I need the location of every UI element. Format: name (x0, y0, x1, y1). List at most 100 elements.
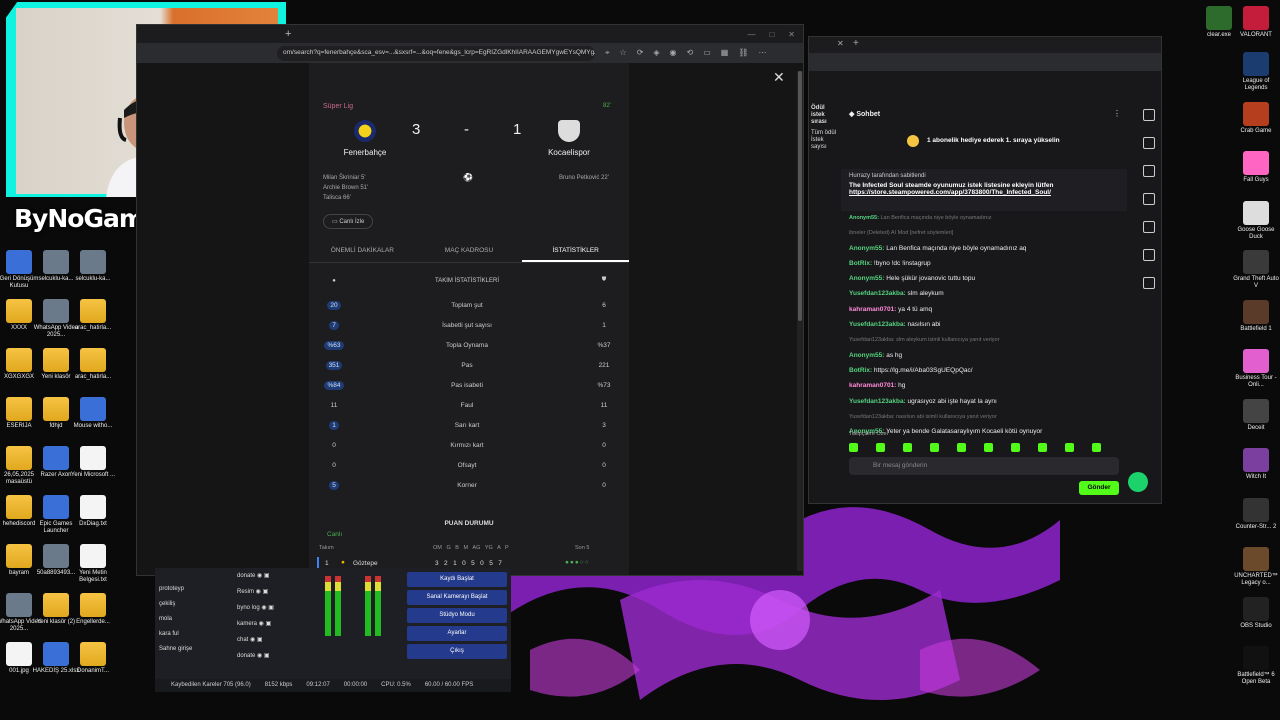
tab-key-moments[interactable]: ÖNEMLİ DAKİKALAR (309, 241, 416, 262)
desktop-icon[interactable]: Fall Guys (1231, 151, 1280, 184)
url-field[interactable]: om/search?q=fenerbahçe&sca_esv=...&sxsrf… (277, 45, 595, 61)
chat-input[interactable]: Bir mesaj gönderin (849, 457, 1119, 475)
emote-icon[interactable] (930, 443, 939, 452)
scrollbar[interactable] (797, 71, 803, 571)
eye-icon[interactable]: ◉ (254, 589, 261, 595)
chat-more-icon[interactable]: ⋮ (1113, 109, 1121, 118)
chat-username[interactable]: Yusefdan123akba: (849, 398, 906, 405)
chat-username[interactable]: BotRix: (849, 260, 872, 267)
info-icon[interactable] (1143, 109, 1155, 121)
lock-icon[interactable]: ▣ (255, 637, 263, 643)
history-icon[interactable]: ⟲ (687, 48, 694, 58)
close-icon[interactable]: ✕ (788, 30, 795, 39)
desktop-icon[interactable]: Grand Theft Auto V (1231, 250, 1280, 290)
emote-icon[interactable] (1092, 443, 1101, 452)
chat-bubble-icon[interactable] (1143, 221, 1155, 233)
emote-icon[interactable] (957, 443, 966, 452)
obs-button[interactable]: Stüdyo Modu (407, 608, 507, 623)
chat-username[interactable]: kahraman0701: (849, 382, 896, 389)
location-icon[interactable]: ⌖ (605, 48, 610, 58)
extension-icon[interactable]: ◈ (653, 48, 659, 58)
desktop-icon[interactable]: Witch It (1231, 448, 1280, 481)
pen-icon[interactable] (1143, 137, 1155, 149)
desktop-icon[interactable]: DxDiag.txt (68, 495, 118, 528)
home-team[interactable]: Fenerbahçe (325, 120, 405, 157)
desktop-icon[interactable]: VALORANT (1231, 6, 1280, 39)
chat-username[interactable]: Yusefdan123akba: (849, 321, 906, 328)
lock-icon[interactable]: ▣ (264, 621, 272, 627)
new-tab-button[interactable]: + (285, 28, 291, 40)
obs-scene-item[interactable]: mola (159, 612, 192, 627)
desktop-icon[interactable]: League of Legends (1231, 52, 1280, 92)
eye-icon[interactable]: ◉ (257, 621, 264, 627)
screen-icon[interactable] (1143, 165, 1155, 177)
chat-username[interactable]: Anonym55: (849, 275, 884, 282)
emote-icon[interactable] (849, 443, 858, 452)
desktop-icon[interactable]: arac_hatirla... (68, 299, 118, 332)
lock-icon[interactable]: ▣ (267, 605, 274, 611)
grid-icon[interactable]: ▦ (721, 48, 729, 58)
desktop-icon[interactable]: DonanimT... (68, 642, 118, 675)
chat-fab-icon[interactable] (1128, 472, 1148, 492)
desktop-icon[interactable]: selcuklu-ka... (68, 250, 118, 283)
obs-source-item[interactable]: kamera ◉ ▣ (237, 616, 274, 632)
tab-lineups[interactable]: MAÇ KADROSU (416, 241, 523, 262)
lock-icon[interactable]: ▣ (262, 653, 270, 659)
extension-icon[interactable]: ◉ (670, 48, 677, 58)
obs-button[interactable]: Ayarlar (407, 626, 507, 641)
obs-button[interactable]: Sanal Kamerayı Başlat (407, 590, 507, 605)
desktop-icon[interactable]: Crab Game (1231, 101, 1280, 135)
desktop-icon[interactable]: arac_hatirla... (68, 348, 118, 381)
desktop-icon[interactable]: Deceit (1231, 398, 1280, 432)
close-overlay-icon[interactable]: ✕ (773, 69, 785, 86)
star-icon[interactable]: ☆ (620, 48, 627, 58)
obs-button[interactable]: Çıkış (407, 644, 507, 659)
link-icon[interactable]: ⛓ (738, 48, 748, 58)
desktop-icon[interactable]: Counter-Str... 2 (1231, 497, 1280, 531)
lock-icon[interactable]: ▣ (262, 573, 270, 579)
desktop-icon[interactable]: Goose Goose Duck (1231, 200, 1280, 241)
maximize-icon[interactable]: □ (769, 30, 774, 39)
obs-source-item[interactable]: chat ◉ ▣ (237, 632, 274, 648)
obs-source-item[interactable]: byno log ◉ ▣ (237, 600, 274, 616)
screen-icon[interactable]: ▭ (703, 48, 711, 58)
refresh-icon[interactable]: ⟳ (637, 48, 644, 58)
desktop-icon[interactable]: Mouse witho... (68, 397, 118, 430)
watch-live-button[interactable]: ▭ Canlı İzle (323, 214, 374, 229)
desktop-icon[interactable]: Engellerde... (68, 593, 118, 626)
tab-stats[interactable]: İSTATİSTİKLER (522, 241, 630, 262)
emote-icon[interactable] (903, 443, 912, 452)
desktop-icon[interactable]: Yeni Metin Belgesi.txt (68, 544, 118, 584)
pinned-link[interactable]: https://store.steampowered.com/app/37838… (849, 189, 1051, 196)
obs-source-item[interactable]: donate ◉ ▣ (237, 648, 274, 664)
send-button[interactable]: Gönder (1079, 481, 1119, 495)
chat-username[interactable]: BotRix: (849, 367, 872, 374)
chat-username[interactable]: Anonym55: (849, 215, 879, 221)
emote-icon[interactable] (1038, 443, 1047, 452)
minimize-icon[interactable]: — (747, 30, 755, 39)
obs-button[interactable]: Kaydı Başlat (407, 572, 507, 587)
eye-icon[interactable]: ◉ (260, 605, 266, 611)
emote-icon[interactable] (1065, 443, 1074, 452)
obs-scene-item[interactable]: kara ful (159, 627, 192, 642)
league-name[interactable]: Süper Lig (323, 103, 353, 110)
desktop-icon[interactable]: UNCHARTED™ Legacy o... (1231, 547, 1280, 587)
settings-icon[interactable] (1143, 277, 1155, 289)
new-tab-button[interactable]: + (853, 38, 859, 49)
chat-username[interactable]: Anonym55: (849, 352, 884, 359)
more-icon[interactable]: ⋯ (759, 48, 767, 58)
emote-icon[interactable] (876, 443, 885, 452)
away-team[interactable]: Kocaelispor (529, 120, 609, 157)
desktop-icon[interactable]: Battlefield™ 6 Open Beta (1231, 646, 1280, 686)
desktop-icon[interactable]: Battlefield 1 (1231, 299, 1280, 333)
desktop-icon[interactable]: Yeni Microsoft ... (68, 446, 118, 479)
broadcast-icon[interactable] (1143, 249, 1155, 261)
emote-icon[interactable] (984, 443, 993, 452)
emote-icon[interactable] (1011, 443, 1020, 452)
lock-icon[interactable]: ▣ (261, 589, 269, 595)
tab-close-icon[interactable]: ✕ (837, 39, 844, 48)
obs-source-item[interactable]: Resim ◉ ▣ (237, 584, 274, 600)
desktop-icon[interactable]: OBS Studio (1231, 596, 1280, 630)
bolt-icon[interactable] (1143, 193, 1155, 205)
chat-username[interactable]: Yusefdan123akba: (849, 290, 906, 297)
